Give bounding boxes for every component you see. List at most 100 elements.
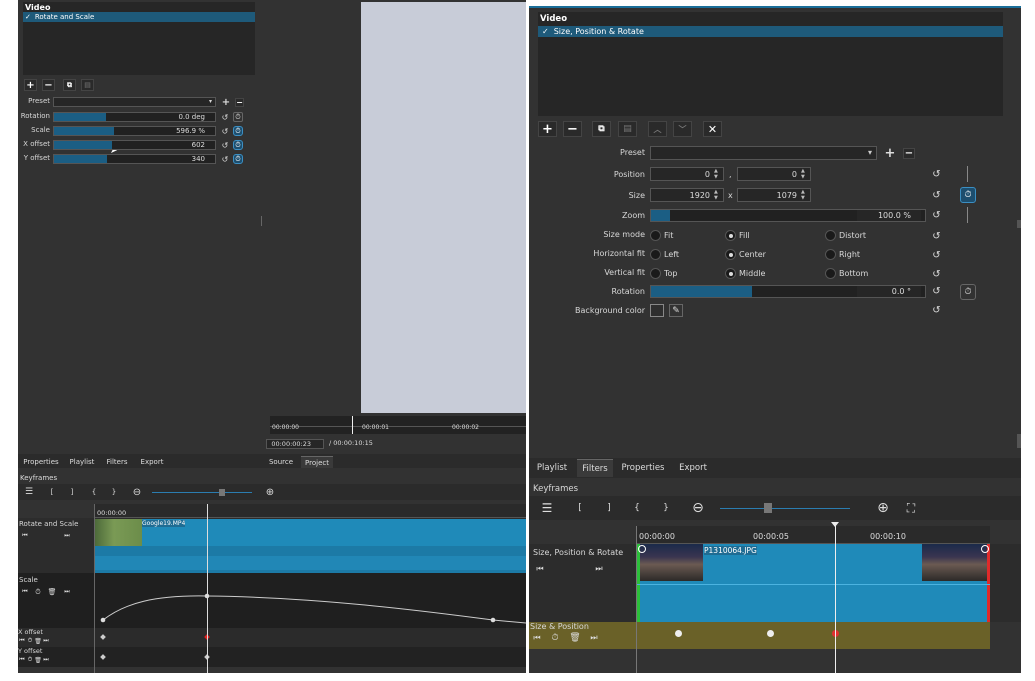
stopwatch-icon[interactable]: ⏱ bbox=[26, 637, 34, 645]
timecode-input[interactable]: 00:00:00:23 bbox=[266, 439, 324, 449]
keyframe-toggle-icon[interactable]: ⏱ bbox=[233, 112, 243, 122]
next-keyframe-icon[interactable]: ⏭ bbox=[42, 637, 50, 645]
size-mode-radio-fit[interactable] bbox=[650, 230, 661, 241]
trim-end-icon[interactable]: } bbox=[110, 487, 118, 497]
eyedropper-icon[interactable]: ✎ bbox=[669, 304, 683, 317]
position-y-input[interactable]: 0 bbox=[737, 167, 811, 181]
tab-filters[interactable]: Filters bbox=[104, 456, 130, 468]
reset-icon[interactable]: ↺ bbox=[930, 168, 943, 181]
preset-dropdown[interactable]: ▾ bbox=[53, 97, 216, 107]
horizontal-fit-radio-center[interactable] bbox=[725, 249, 736, 260]
zoom-fit-icon[interactable]: ⛶ bbox=[903, 500, 919, 516]
reset-icon[interactable]: ↺ bbox=[220, 140, 230, 150]
seek-prev-keyframe-icon[interactable]: [ bbox=[575, 501, 585, 515]
x-offset-slider[interactable]: 602 bbox=[53, 140, 216, 150]
deselect-button[interactable]: ✕ bbox=[703, 121, 722, 137]
stopwatch-icon[interactable]: ⏱ bbox=[26, 656, 34, 664]
zoom-in-icon[interactable]: ⊕ bbox=[875, 500, 891, 516]
scrollbar-handle[interactable] bbox=[1017, 220, 1021, 228]
reset-icon[interactable]: ↺ bbox=[220, 154, 230, 164]
trash-icon[interactable]: 🗑 bbox=[34, 656, 42, 664]
kf-playhead[interactable] bbox=[835, 522, 836, 673]
zoom-slider[interactable]: 100.0 % bbox=[650, 209, 926, 222]
seek-prev-keyframe-icon[interactable]: [ bbox=[48, 487, 56, 497]
filter-item[interactable]: ✓ Size, Position & Rotate bbox=[538, 26, 1003, 37]
zoom-slider-handle[interactable] bbox=[764, 503, 772, 513]
keyframe-toggle-icon[interactable]: ⏱ bbox=[960, 187, 976, 203]
tab-export[interactable]: Export bbox=[675, 459, 711, 477]
trim-start-icon[interactable]: { bbox=[90, 487, 98, 497]
position-x-input[interactable]: 0 bbox=[650, 167, 724, 181]
remove-preset-button[interactable]: − bbox=[903, 148, 915, 159]
paste-filter-button[interactable]: ▤ bbox=[81, 79, 94, 91]
move-up-button[interactable]: ︿ bbox=[648, 121, 667, 137]
splitter-handle[interactable] bbox=[261, 216, 262, 226]
preset-dropdown[interactable]: ▾ bbox=[650, 146, 877, 160]
clip[interactable]: P1310064.JPG bbox=[637, 544, 990, 622]
reset-icon[interactable]: ↺ bbox=[930, 209, 943, 222]
move-down-button[interactable]: ﹀ bbox=[673, 121, 692, 137]
next-keyframe-icon[interactable]: ⏭ bbox=[594, 564, 604, 574]
keyframe-toggle-icon[interactable]: ⏱ bbox=[960, 284, 976, 300]
prev-keyframe-icon[interactable]: ⏮ bbox=[21, 588, 29, 596]
reset-icon[interactable]: ↺ bbox=[930, 268, 943, 281]
rotation-slider[interactable]: 0.0 deg bbox=[53, 112, 216, 122]
reset-icon[interactable]: ↺ bbox=[930, 230, 943, 243]
prev-keyframe-icon[interactable]: ⏮ bbox=[18, 656, 26, 664]
remove-preset-button[interactable]: − bbox=[235, 98, 244, 107]
rotation-slider[interactable]: 0.0 ° bbox=[650, 285, 926, 298]
add-filter-button[interactable]: + bbox=[538, 121, 557, 137]
size-mode-radio-fill[interactable] bbox=[725, 230, 736, 241]
size-mode-radio-distort[interactable] bbox=[825, 230, 836, 241]
keyframe-toggle-icon[interactable]: ⏱ bbox=[233, 154, 243, 164]
next-keyframe-icon[interactable]: ⏭ bbox=[589, 633, 599, 643]
tab-playlist[interactable]: Playlist bbox=[533, 459, 571, 477]
keyframe-toggle-icon[interactable]: ⏱ bbox=[233, 126, 243, 136]
remove-filter-button[interactable]: − bbox=[563, 121, 582, 137]
zoom-slider[interactable] bbox=[720, 508, 850, 509]
timeline-ruler[interactable]: 00:00:00 00:00:01 00:00:02 bbox=[270, 416, 526, 434]
spin-arrows-icon[interactable]: ▲ ▼ bbox=[801, 168, 805, 180]
fade-out-handle[interactable] bbox=[981, 545, 989, 553]
trash-icon[interactable]: 🗑 bbox=[569, 633, 580, 643]
reset-icon[interactable]: ↺ bbox=[220, 112, 230, 122]
reset-icon[interactable]: ↺ bbox=[220, 126, 230, 136]
fade-in-handle[interactable] bbox=[638, 545, 646, 553]
prev-keyframe-icon[interactable]: ⏮ bbox=[535, 564, 545, 574]
zoom-slider-handle[interactable] bbox=[219, 489, 225, 496]
filter-item[interactable]: ✓ Rotate and Scale bbox=[23, 12, 255, 22]
keyframe-toggle-icon[interactable]: ⏱ bbox=[233, 140, 243, 150]
next-keyframe-icon[interactable]: ⏭ bbox=[63, 588, 71, 596]
trim-start-icon[interactable]: { bbox=[632, 501, 642, 515]
spin-arrows-icon[interactable]: ▲ ▼ bbox=[714, 189, 718, 201]
tab-export[interactable]: Export bbox=[137, 456, 167, 468]
add-preset-button[interactable]: + bbox=[883, 146, 897, 161]
tab-properties[interactable]: Properties bbox=[618, 459, 668, 477]
reset-icon[interactable]: ↺ bbox=[930, 249, 943, 262]
trim-end-icon[interactable]: } bbox=[661, 501, 671, 515]
prev-keyframe-icon[interactable]: ⏮ bbox=[21, 532, 29, 540]
remove-filter-button[interactable]: − bbox=[42, 79, 55, 91]
size-width-input[interactable]: 1920 bbox=[650, 188, 724, 202]
stopwatch-icon[interactable]: ⏱ bbox=[550, 633, 560, 643]
menu-icon[interactable]: ☰ bbox=[540, 501, 554, 515]
horizontal-fit-radio-right[interactable] bbox=[825, 249, 836, 260]
seek-next-keyframe-icon[interactable]: ] bbox=[68, 487, 76, 497]
keyframe-marker[interactable] bbox=[675, 630, 682, 637]
background-color-swatch[interactable] bbox=[650, 304, 664, 317]
menu-icon[interactable]: ☰ bbox=[24, 487, 34, 497]
stopwatch-icon[interactable]: ⏱ bbox=[34, 588, 42, 596]
scale-slider[interactable]: 596.9 % bbox=[53, 126, 216, 136]
prev-keyframe-icon[interactable]: ⏮ bbox=[18, 637, 26, 645]
next-keyframe-icon[interactable]: ⏭ bbox=[42, 656, 50, 664]
kf-playhead[interactable] bbox=[207, 504, 208, 673]
keyframe-marker[interactable] bbox=[767, 630, 774, 637]
reset-icon[interactable]: ↺ bbox=[930, 285, 943, 298]
size-height-input[interactable]: 1079 bbox=[737, 188, 811, 202]
zoom-slider[interactable] bbox=[152, 492, 252, 493]
trash-icon[interactable]: 🗑 bbox=[34, 637, 42, 645]
spin-arrows-icon[interactable]: ▲ ▼ bbox=[801, 189, 805, 201]
next-keyframe-icon[interactable]: ⏭ bbox=[63, 532, 71, 540]
paste-filter-button[interactable]: ▤ bbox=[618, 121, 637, 137]
vertical-fit-radio-top[interactable] bbox=[650, 268, 661, 279]
